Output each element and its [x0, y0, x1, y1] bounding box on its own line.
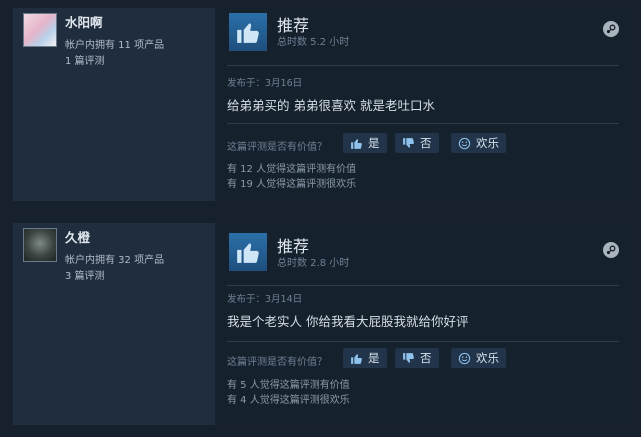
- helpful-question: 这篇评测是否有价值？: [227, 142, 327, 153]
- steam-icon[interactable]: [603, 21, 619, 37]
- thumbs-down-icon: [402, 137, 415, 150]
- thumbs-up-icon: [229, 13, 267, 51]
- thumbs-up-small-icon: [350, 137, 363, 150]
- review-card: 水阳啊 帐户内拥有 11 项产品 1 篇评测 推荐 总时数 5.2 小时 发布于…: [13, 8, 631, 201]
- helpful-question: 这篇评测是否有价值？: [227, 357, 327, 368]
- vote-funny-button[interactable]: 欢乐: [451, 348, 506, 368]
- posted-date: 发布于：3月14日: [227, 294, 303, 305]
- review-card: 久橙 帐户内拥有 32 项产品 3 篇评测 推荐 总时数 2.8 小时 发布于：…: [13, 223, 631, 425]
- divider: [227, 123, 619, 124]
- posted-date: 发布于：3月16日: [227, 78, 303, 89]
- divider: [227, 341, 619, 342]
- products-owned[interactable]: 帐户内拥有 32 项产品: [65, 254, 164, 267]
- thumbs-up-small-icon: [350, 352, 363, 365]
- smiley-icon: [458, 137, 471, 150]
- hours-played: 总时数 2.8 小时: [277, 258, 350, 269]
- vote-no-button[interactable]: 否: [395, 133, 439, 153]
- vote-funny-label: 欢乐: [476, 351, 499, 365]
- divider: [227, 65, 619, 66]
- review-body: 推荐 总时数 2.8 小时 发布于：3月14日 我是个老实人 你给我看大屁股我就…: [215, 223, 631, 425]
- vote-yes-label: 是: [368, 136, 380, 150]
- hours-played: 总时数 5.2 小时: [277, 37, 350, 48]
- funny-count: 有 4 人觉得这篇评测很欢乐: [227, 395, 350, 406]
- review-body: 推荐 总时数 5.2 小时 发布于：3月16日 给弟弟买的 弟弟很喜欢 就是老吐…: [215, 8, 631, 201]
- vote-yes-button[interactable]: 是: [343, 133, 387, 153]
- author-panel: 水阳啊 帐户内拥有 11 项产品 1 篇评测: [13, 8, 215, 201]
- helpful-count: 有 5 人觉得这篇评测有价值: [227, 380, 350, 391]
- avatar[interactable]: [23, 13, 57, 47]
- review-text: 给弟弟买的 弟弟很喜欢 就是老吐口水: [227, 98, 435, 113]
- username[interactable]: 久橙: [65, 227, 90, 246]
- thumbs-down-icon: [402, 352, 415, 365]
- vote-funny-label: 欢乐: [476, 136, 499, 150]
- review-text: 我是个老实人 你给我看大屁股我就给你好评: [227, 314, 469, 329]
- vote-no-label: 否: [420, 136, 432, 150]
- vote-funny-button[interactable]: 欢乐: [451, 133, 506, 153]
- helpful-count: 有 12 人觉得这篇评测有价值: [227, 164, 357, 175]
- avatar[interactable]: [23, 228, 57, 262]
- steam-icon[interactable]: [603, 242, 619, 258]
- vote-yes-label: 是: [368, 351, 380, 365]
- divider: [227, 285, 619, 286]
- vote-yes-button[interactable]: 是: [343, 348, 387, 368]
- smiley-icon: [458, 352, 471, 365]
- thumbs-up-icon: [229, 233, 267, 271]
- vote-no-button[interactable]: 否: [395, 348, 439, 368]
- username[interactable]: 水阳啊: [65, 12, 103, 31]
- vote-no-label: 否: [420, 351, 432, 365]
- author-panel: 久橙 帐户内拥有 32 项产品 3 篇评测: [13, 223, 215, 425]
- review-count[interactable]: 1 篇评测: [65, 55, 105, 68]
- funny-count: 有 19 人觉得这篇评测很欢乐: [227, 179, 357, 190]
- products-owned[interactable]: 帐户内拥有 11 项产品: [65, 39, 164, 52]
- review-count[interactable]: 3 篇评测: [65, 270, 105, 283]
